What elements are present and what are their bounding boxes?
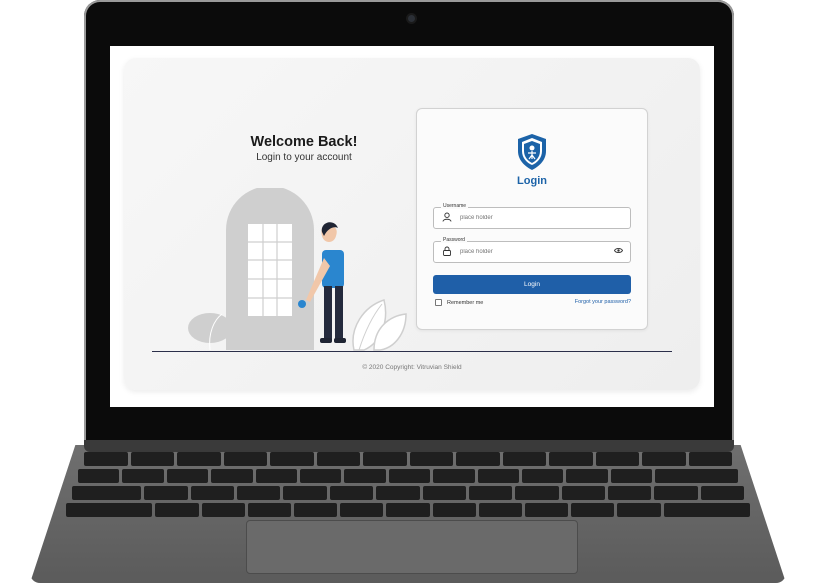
remember-me[interactable]: Remember me [435, 299, 483, 306]
password-field[interactable]: Password [433, 237, 631, 263]
laptop-keyboard [54, 452, 762, 522]
remember-me-checkbox[interactable] [435, 299, 442, 306]
username-field[interactable]: Username [433, 203, 631, 229]
shield-logo-icon [518, 134, 546, 170]
password-label: Password [441, 237, 467, 243]
login-title: Login [517, 175, 547, 187]
footer-divider [152, 351, 672, 352]
password-input[interactable] [458, 245, 612, 259]
eye-icon[interactable] [614, 247, 623, 254]
laptop-trackpad [246, 520, 578, 574]
username-label: Username [441, 203, 469, 209]
webcam [408, 15, 415, 22]
remember-me-label: Remember me [447, 299, 484, 306]
plant-left [188, 313, 232, 351]
forgot-password-link[interactable]: Forgot your password? [575, 299, 631, 305]
user-icon [442, 212, 452, 222]
welcome-title: Welcome Back! [250, 134, 358, 150]
username-input[interactable] [458, 211, 612, 225]
plant-right [352, 299, 407, 351]
copyright-text: © 2020 Copyright: Vitruvian Shield [362, 364, 462, 371]
door [226, 188, 314, 350]
welcome-section: Welcome Back! Login to your account [234, 134, 374, 163]
lock-icon [443, 246, 451, 256]
login-panel: Login Username Password [416, 108, 648, 330]
laptop-hinge [84, 440, 734, 452]
welcome-subtitle: Login to your account [256, 152, 352, 163]
login-button[interactable]: Login [433, 275, 631, 294]
welcome-illustration [188, 188, 407, 351]
laptop-screen: Welcome Back! Login to your account Logi… [110, 46, 714, 407]
login-page-card: Welcome Back! Login to your account Logi… [124, 58, 700, 390]
